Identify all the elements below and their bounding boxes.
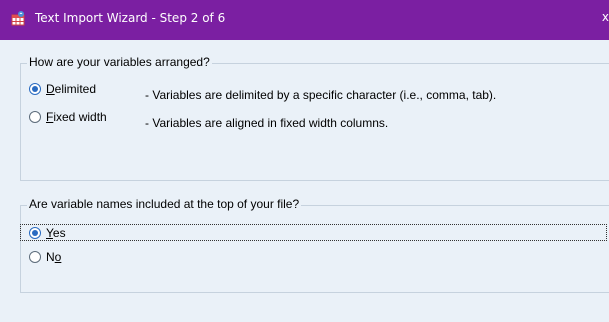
title-bar[interactable]: Text Import Wizard - Step 2 of 6 x <box>0 0 609 40</box>
fixed-width-radio-icon[interactable] <box>29 111 41 123</box>
delimited-description: - Variables are delimited by a specific … <box>145 88 497 102</box>
yes-label: Yes <box>46 226 66 240</box>
fixed-width-description: - Variables are aligned in fixed width c… <box>145 116 389 130</box>
fixed-width-label: Fixed width <box>46 110 107 124</box>
variable-names-legend: Are variable names included at the top o… <box>27 197 302 211</box>
yes-radio-option[interactable]: Yes <box>29 226 66 240</box>
no-label: No <box>46 250 62 264</box>
delimited-radio-option[interactable]: Delimited <box>29 82 96 96</box>
fixed-width-radio-option[interactable]: Fixed width <box>29 110 107 124</box>
delimited-radio-icon[interactable] <box>29 83 41 95</box>
no-radio-option[interactable]: No <box>29 250 61 264</box>
close-button[interactable]: x <box>597 10 609 26</box>
yes-radio-icon[interactable] <box>29 227 41 239</box>
arrangement-legend: How are your variables arranged? <box>27 55 212 69</box>
no-radio-icon[interactable] <box>29 251 41 263</box>
yes-focus-rectangle <box>20 224 607 241</box>
spreadsheet-wizard-icon <box>11 11 25 26</box>
delimited-label: Delimited <box>46 82 97 96</box>
variable-names-group: Are variable names included at the top o… <box>20 197 609 293</box>
window-title: Text Import Wizard - Step 2 of 6 <box>35 11 226 25</box>
